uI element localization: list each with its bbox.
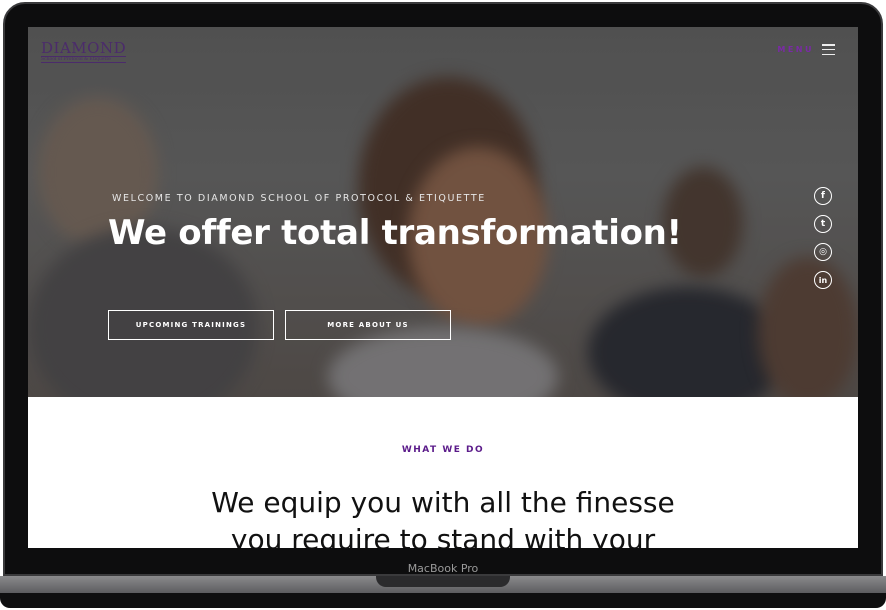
logo-name: DIAMOND [41,39,127,57]
hamburger-icon[interactable] [822,44,835,55]
facebook-icon[interactable]: f [814,187,832,205]
section-heading: We equip you with all the finesse you re… [211,486,675,548]
website-screen: DIAMOND School of Protocol & Etiquette M… [28,27,858,548]
instagram-icon[interactable]: ◎ [814,243,832,261]
upcoming-trainings-button[interactable]: UPCOMING TRAININGS [108,310,274,340]
menu-button[interactable]: MENU [777,45,814,54]
more-about-us-button[interactable]: MORE ABOUT US [285,310,451,340]
hero-title: We offer total transformation! [108,213,682,253]
logo-tagline: School of Protocol & Etiquette [41,56,127,63]
top-nav: DIAMOND School of Protocol & Etiquette M… [28,27,858,77]
linkedin-icon[interactable]: in [814,271,832,289]
laptop-notch [376,576,510,587]
hero-welcome: WELCOME TO DIAMOND SCHOOL OF PROTOCOL & … [112,193,486,204]
logo[interactable]: DIAMOND School of Protocol & Etiquette [41,39,127,63]
laptop-foot [0,593,886,608]
twitter-icon[interactable]: t [814,215,832,233]
hero-section: DIAMOND School of Protocol & Etiquette M… [28,27,858,397]
device-label: MacBook Pro [407,562,479,575]
section-eyebrow: WHAT WE DO [401,445,485,455]
